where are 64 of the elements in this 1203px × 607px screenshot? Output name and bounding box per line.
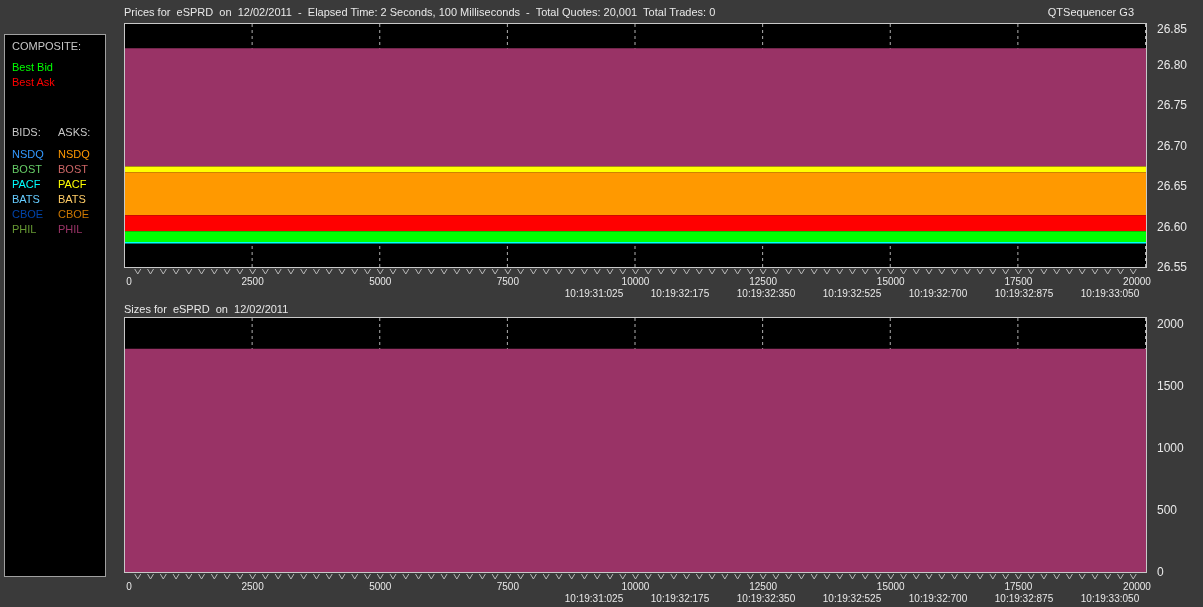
time-label: 10:19:32:175 (650, 593, 710, 605)
axis-label: 7500 (496, 581, 519, 593)
app-name: QTSequencer G3 (1047, 5, 1134, 18)
axis-label: 20000 (1123, 276, 1151, 288)
axis-label: 0 (126, 276, 132, 288)
axis-label: 12500 (749, 581, 778, 593)
axis-label: 0 (126, 581, 132, 593)
legend-item: Best Ask (12, 75, 56, 90)
axis-label: 7500 (496, 276, 519, 288)
legend-item: NSDQ (12, 147, 45, 162)
axis-label: 15000 (876, 581, 905, 593)
legend-heading: ASKS: (58, 125, 92, 140)
time-label: 10:19:32:525 (822, 288, 882, 300)
axis-label: 1500 (1157, 378, 1184, 393)
axis-label: 500 (1157, 503, 1178, 517)
legend-item: CBOE (58, 207, 91, 222)
axis-label: 26.85 (1157, 22, 1188, 36)
axis-label: 26.65 (1157, 179, 1188, 193)
axis-label: 2500 (241, 276, 264, 288)
legend-item: Best Bid (12, 60, 54, 75)
chart-title: Sizes for eSPRD on 12/02/2011 (124, 303, 289, 315)
axis-label: 5000 (369, 581, 392, 593)
time-label: 10:19:32:700 (908, 593, 968, 605)
time-label: 10:19:33:050 (1080, 593, 1140, 605)
chart-title: Prices for eSPRD on 12/02/2011 - Elapsed Time: 2 Seconds, 100 Milliseconds - Total Quotes: 20,001 Total Trades: 0 (124, 5, 716, 18)
legend-item: CBOE (12, 207, 45, 222)
legend-item: NSDQ (58, 147, 91, 162)
axis-label: 1000 (1157, 440, 1184, 455)
legend-item: BOST (12, 162, 43, 177)
axis-label: 15000 (876, 276, 905, 288)
legend-item: BOST (58, 162, 89, 177)
axis-label: 26.75 (1157, 98, 1188, 112)
time-label: 10:19:32:525 (822, 593, 882, 605)
time-label: 10:19:32:350 (736, 593, 796, 605)
axis-label: 17500 (1004, 581, 1033, 593)
time-label: 10:19:33:050 (1080, 288, 1140, 300)
axis-label: 26.80 (1157, 57, 1188, 72)
legend-item: PACF (12, 177, 42, 192)
time-label: 10:19:31:025 (564, 288, 624, 300)
axis-label: 20000 (1123, 581, 1151, 593)
axis-label: 26.55 (1157, 260, 1188, 274)
legend-item: PHIL (12, 222, 38, 237)
time-label: 10:19:32:350 (736, 288, 796, 300)
axis-label: 5000 (369, 276, 392, 288)
time-label: 10:19:32:700 (908, 288, 968, 300)
legend-heading: COMPOSITE: (12, 40, 83, 52)
time-label: 10:19:32:875 (994, 288, 1054, 300)
axis-label: 26.60 (1157, 219, 1188, 234)
legend-item: PHIL (58, 222, 84, 237)
axis-label: 2500 (241, 581, 264, 593)
legend-item: BATS (58, 192, 87, 207)
axis-label: 2000 (1157, 316, 1184, 331)
axis-label: 0 (1157, 565, 1164, 579)
axis-label: 10000 (621, 581, 650, 593)
axis-label: 10000 (621, 276, 650, 288)
legend-item: PACF (58, 177, 88, 192)
legend-item: BATS (12, 192, 41, 207)
legend-heading: BIDS: (12, 125, 42, 140)
axis-label: 26.70 (1157, 138, 1188, 153)
axis-label: 17500 (1004, 276, 1033, 288)
time-label: 10:19:32:875 (994, 593, 1054, 605)
axis-label: 12500 (749, 276, 778, 288)
time-label: 10:19:32:175 (650, 288, 710, 300)
time-label: 10:19:31:025 (564, 593, 624, 605)
